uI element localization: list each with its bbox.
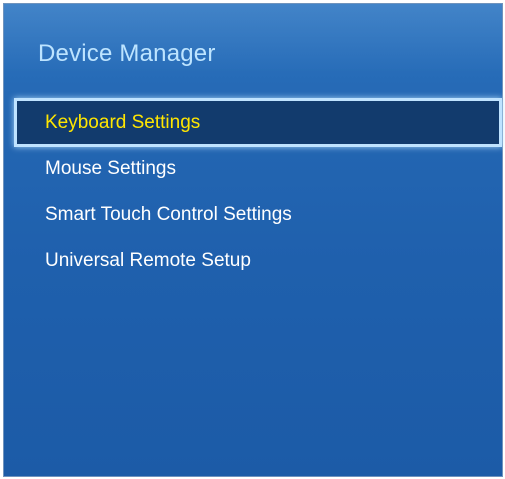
menu-item-keyboard-settings[interactable]: Keyboard Settings [14, 98, 502, 147]
menu-item-mouse-settings[interactable]: Mouse Settings [16, 146, 500, 192]
device-manager-menu: Keyboard Settings Mouse Settings Smart T… [14, 98, 502, 284]
panel-title: Device Manager [38, 40, 216, 67]
menu-item-smart-touch-control-settings[interactable]: Smart Touch Control Settings [16, 192, 500, 238]
menu-item-universal-remote-setup[interactable]: Universal Remote Setup [16, 238, 500, 284]
device-manager-panel: Device Manager Keyboard Settings Mouse S… [3, 3, 503, 477]
